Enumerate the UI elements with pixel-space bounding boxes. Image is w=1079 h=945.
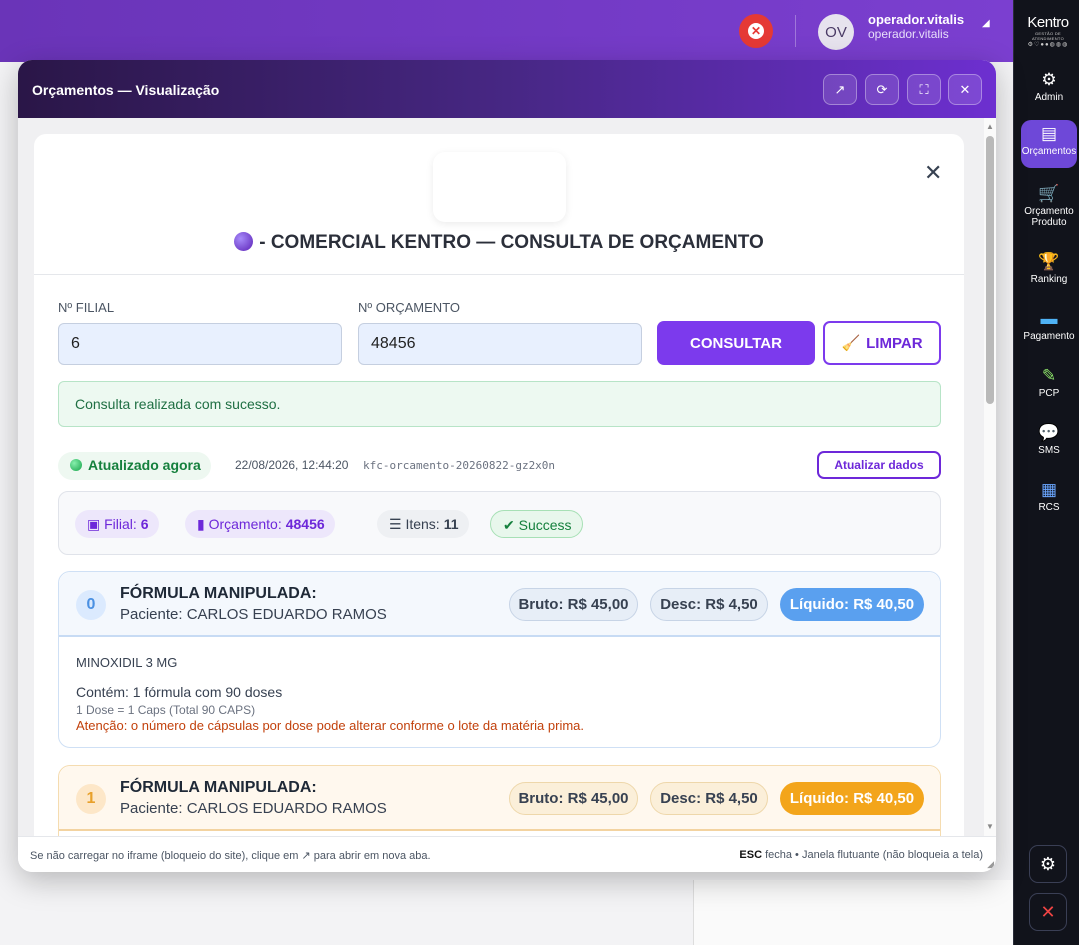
external-link-icon: ↗ — [834, 81, 846, 97]
item-patient: Paciente: CARLOS EDUARDO RAMOS — [120, 800, 387, 817]
gear-icon: ⚙ — [1041, 70, 1057, 89]
cart-icon: 🛒 — [1038, 184, 1060, 203]
user-name[interactable]: operador.vitalis — [868, 12, 964, 27]
close-sidebar-button[interactable]: ✕ — [1029, 893, 1067, 931]
rail-item-orcamento-produto[interactable]: 🛒 Orçamento Produto — [1021, 180, 1077, 228]
consulta-card: ✕ - COMERCIAL KENTRO — CONSULTA DE ORÇAM… — [34, 134, 964, 836]
scroll-down-icon[interactable]: ▼ — [986, 822, 994, 831]
right-sidebar: Kentro GESTÃO DE ATENDIMENTO ⚙♡●●◍◍◍ ⚙ Ad… — [1013, 0, 1079, 945]
document-icon: ▤ — [1040, 124, 1058, 143]
rail-item-ranking[interactable]: 🏆 Ranking — [1021, 248, 1077, 285]
trophy-icon: 🏆 — [1038, 252, 1060, 271]
window-title: Orçamentos — Visualização — [32, 82, 220, 98]
filial-chip: ▣ Filial: 6 — [75, 510, 159, 538]
summary-box: ▣ Filial: 6 ▮ Orçamento: 48456 ☰ Itens: 11 … — [58, 491, 941, 555]
check-circle-icon: ✔ — [503, 517, 519, 533]
open-new-tab-button[interactable]: ↗ — [823, 74, 857, 105]
close-icon: ✕ — [959, 81, 971, 97]
close-icon: ✕ — [1040, 901, 1056, 922]
rail-item-pcp[interactable]: ✎ PCP — [1021, 362, 1077, 399]
scrollbar-thumb[interactable] — [986, 136, 994, 404]
avatar[interactable]: OV — [818, 14, 854, 50]
success-alert: Consulta realizada com sucesso. — [58, 381, 941, 427]
desc-badge: Desc: R$ 4,50 — [650, 782, 768, 815]
reload-button[interactable]: ⟳ — [865, 74, 899, 105]
card-icon: ▬ — [1040, 309, 1058, 328]
footer-shortcut: ESC fecha • Janela flutuante (não bloque… — [739, 849, 983, 861]
item-title: FÓRMULA MANIPULADA: — [120, 779, 317, 796]
close-window-button[interactable]: ✕ — [948, 74, 982, 105]
error-indicator-button[interactable]: ✕ — [739, 14, 773, 48]
background-panel — [693, 880, 1013, 945]
item-contains: Contém: 1 fórmula com 90 doses — [76, 684, 283, 700]
gear-icon: ⚙ — [1039, 853, 1057, 874]
company-logo — [433, 152, 566, 222]
page-title: - COMERCIAL KENTRO — CONSULTA DE ORÇAMEN… — [34, 232, 964, 254]
scroll-up-icon[interactable]: ▲ — [986, 122, 994, 131]
settings-button[interactable]: ⚙ — [1029, 845, 1067, 883]
item-patient: Paciente: CARLOS EDUARDO RAMOS — [120, 606, 387, 623]
orcamento-label: Nº ORÇAMENTO — [358, 300, 461, 315]
refresh-icon: ⟳ — [876, 81, 888, 97]
item-index: 1 — [76, 784, 106, 814]
bruto-badge: Bruto: R$ 45,00 — [509, 782, 638, 815]
user-menu-caret-icon[interactable]: ◢ — [982, 18, 990, 29]
store-icon: ▣ — [87, 516, 105, 532]
scrollbar[interactable]: ▲ ▼ — [984, 118, 996, 836]
itens-chip: ☰ Itens: 11 — [377, 510, 469, 538]
item-header: 0 FÓRMULA MANIPULADA: Paciente: CARLOS E… — [59, 572, 940, 637]
status-dot-icon — [234, 232, 254, 251]
card-close-button[interactable]: ✕ — [924, 160, 942, 186]
desc-badge: Desc: R$ 4,50 — [650, 588, 768, 621]
rail-item-sms[interactable]: 💬 SMS — [1021, 419, 1077, 456]
fullscreen-button[interactable]: ⛶ — [907, 74, 941, 105]
item-header: 1 FÓRMULA MANIPULADA: Paciente: CARLOS E… — [59, 766, 940, 831]
divider — [795, 15, 796, 47]
item-dose: 1 Dose = 1 Caps (Total 90 CAPS) — [76, 703, 256, 717]
timestamp: 22/08/2026, 12:44:20 — [235, 458, 349, 472]
limpar-button[interactable]: 🧹 LIMPAR — [823, 321, 941, 365]
expand-icon: ⛶ — [919, 81, 929, 97]
chat-bubble-icon: 💬 — [1038, 423, 1060, 442]
liquido-badge: Líquido: R$ 40,50 — [780, 782, 924, 815]
floating-window: Orçamentos — Visualização ↗ ⟳ ⛶ ✕ ✕ - CO… — [18, 60, 996, 872]
rail-item-admin[interactable]: ⚙ Admin — [1021, 66, 1077, 103]
rail-item-rcs[interactable]: ▦ RCS — [1021, 476, 1077, 513]
updated-badge: Atualizado agora — [58, 452, 211, 480]
item-index: 0 — [76, 590, 106, 620]
request-id: kfc-orcamento-20260822-gz2x0n — [363, 459, 556, 472]
item-title: FÓRMULA MANIPULADA: — [120, 585, 317, 602]
item-warning: Atenção: o número de cápsulas por dose p… — [76, 718, 585, 733]
green-dot-icon — [70, 459, 82, 471]
broom-icon: 🧹 — [841, 335, 861, 352]
phone-icon: ▦ — [1040, 480, 1058, 499]
consultar-button[interactable]: CONSULTAR — [657, 321, 815, 365]
user-subtitle: operador.vitalis — [868, 27, 949, 41]
window-header: Orçamentos — Visualização ↗ ⟳ ⛶ ✕ — [18, 60, 996, 118]
orcamento-chip: ▮ Orçamento: 48456 — [185, 510, 335, 538]
footer-hint: Se não carregar no iframe (bloqueio do s… — [30, 850, 431, 862]
test-tube-icon: ✎ — [1041, 366, 1057, 385]
rail-item-orcamentos[interactable]: ▤ Orçamentos — [1021, 120, 1077, 168]
rail-item-pagamento[interactable]: ▬ Pagamento — [1021, 305, 1077, 342]
file-dollar-icon: ▮ — [197, 516, 209, 532]
divider — [34, 274, 964, 275]
orcamento-input[interactable]: 48456 — [358, 323, 642, 365]
status-badge: ✔ Success — [490, 510, 583, 538]
list-item: 0 FÓRMULA MANIPULADA: Paciente: CARLOS E… — [58, 571, 941, 748]
item-product: MINOXIDIL 3 MG — [76, 655, 178, 670]
bruto-badge: Bruto: R$ 45,00 — [509, 588, 638, 621]
resize-handle-icon[interactable]: ◢ — [987, 859, 994, 870]
list-icon: ☰ — [389, 516, 406, 532]
top-bar — [0, 0, 1013, 62]
filial-label: Nº FILIAL — [58, 300, 115, 315]
error-icon: ✕ — [748, 23, 764, 39]
refresh-data-button[interactable]: Atualizar dados — [817, 451, 941, 479]
liquido-badge: Líquido: R$ 40,50 — [780, 588, 924, 621]
logo: Kentro GESTÃO DE ATENDIMENTO ⚙♡●●◍◍◍ — [1027, 14, 1069, 48]
window-body: ✕ - COMERCIAL KENTRO — CONSULTA DE ORÇAM… — [18, 118, 996, 836]
filial-input[interactable]: 6 — [58, 323, 342, 365]
list-item: 1 FÓRMULA MANIPULADA: Paciente: CARLOS E… — [58, 765, 941, 836]
window-footer: Se não carregar no iframe (bloqueio do s… — [18, 836, 996, 872]
